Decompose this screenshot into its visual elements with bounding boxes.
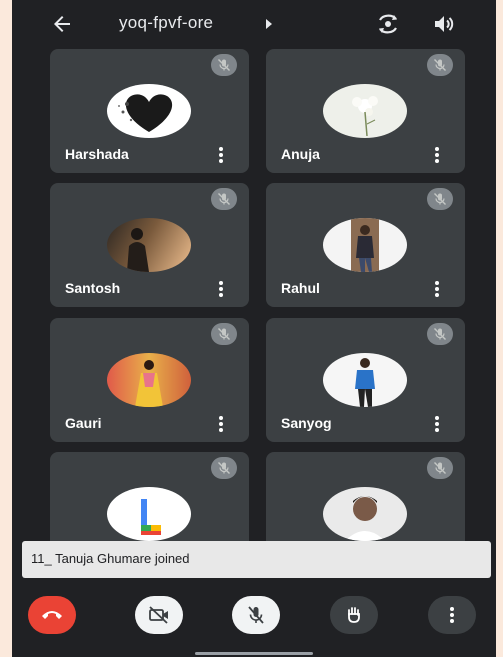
participant-tile[interactable]: Harshada bbox=[50, 49, 249, 173]
avatar bbox=[323, 353, 407, 407]
avatar bbox=[107, 353, 191, 407]
participant-name: Rahul bbox=[281, 280, 320, 296]
avatar bbox=[107, 487, 191, 541]
avatar bbox=[323, 84, 407, 138]
top-bar: yoq-fpvf-ore bbox=[12, 0, 496, 48]
participant-name: Gauri bbox=[65, 415, 102, 431]
avatar bbox=[323, 487, 407, 541]
more-vertical-icon[interactable] bbox=[219, 416, 223, 432]
mic-off-icon bbox=[211, 323, 237, 345]
end-call-button[interactable] bbox=[28, 596, 76, 634]
camera-switch-icon[interactable] bbox=[375, 11, 401, 37]
participant-name: Sanyog bbox=[281, 415, 332, 431]
mic-off-icon bbox=[427, 54, 453, 76]
more-vertical-icon[interactable] bbox=[435, 416, 439, 432]
meeting-code[interactable]: yoq-fpvf-ore bbox=[119, 13, 213, 33]
call-controls bbox=[12, 581, 496, 657]
hand-icon bbox=[348, 607, 360, 623]
avatar bbox=[323, 218, 407, 272]
camera-toggle-button[interactable] bbox=[135, 596, 183, 634]
caret-right-icon[interactable] bbox=[264, 18, 274, 30]
more-vertical-icon[interactable] bbox=[219, 147, 223, 163]
more-vertical-icon[interactable] bbox=[219, 281, 223, 297]
mic-off-icon bbox=[211, 188, 237, 210]
mic-off-icon bbox=[427, 323, 453, 345]
participant-tile[interactable]: Santosh bbox=[50, 183, 249, 307]
mic-off-icon bbox=[248, 606, 264, 624]
participant-tile[interactable]: Sanyog bbox=[266, 318, 465, 442]
meet-screen: yoq-fpvf-ore Harshada Anuja Santosh Rahu… bbox=[12, 0, 496, 657]
mic-off-icon bbox=[427, 457, 453, 479]
more-vertical-icon[interactable] bbox=[435, 281, 439, 297]
mic-off-icon bbox=[427, 188, 453, 210]
participant-tile[interactable]: Rahul bbox=[266, 183, 465, 307]
phone-hangup-icon bbox=[42, 611, 62, 619]
participant-name: Anuja bbox=[281, 146, 320, 162]
raise-hand-button[interactable] bbox=[330, 596, 378, 634]
more-options-button[interactable] bbox=[428, 596, 476, 634]
avatar bbox=[107, 84, 191, 138]
mic-off-icon bbox=[211, 457, 237, 479]
camera-off-icon bbox=[149, 606, 168, 624]
participant-tile[interactable]: Gauri bbox=[50, 318, 249, 442]
speaker-icon[interactable] bbox=[432, 12, 456, 36]
home-indicator bbox=[195, 652, 313, 655]
participant-name: Santosh bbox=[65, 280, 121, 296]
participant-tile[interactable]: Anuja bbox=[266, 49, 465, 173]
avatar bbox=[107, 218, 191, 272]
back-arrow-icon[interactable] bbox=[50, 12, 74, 36]
mic-toggle-button[interactable] bbox=[232, 596, 280, 634]
participant-name: Harshada bbox=[65, 146, 129, 162]
mic-off-icon bbox=[211, 54, 237, 76]
toast-message: 11_ Tanuja Ghumare joined bbox=[31, 551, 190, 566]
more-vertical-icon[interactable] bbox=[435, 147, 439, 163]
join-toast: 11_ Tanuja Ghumare joined bbox=[22, 541, 491, 578]
more-vertical-icon bbox=[450, 607, 454, 623]
